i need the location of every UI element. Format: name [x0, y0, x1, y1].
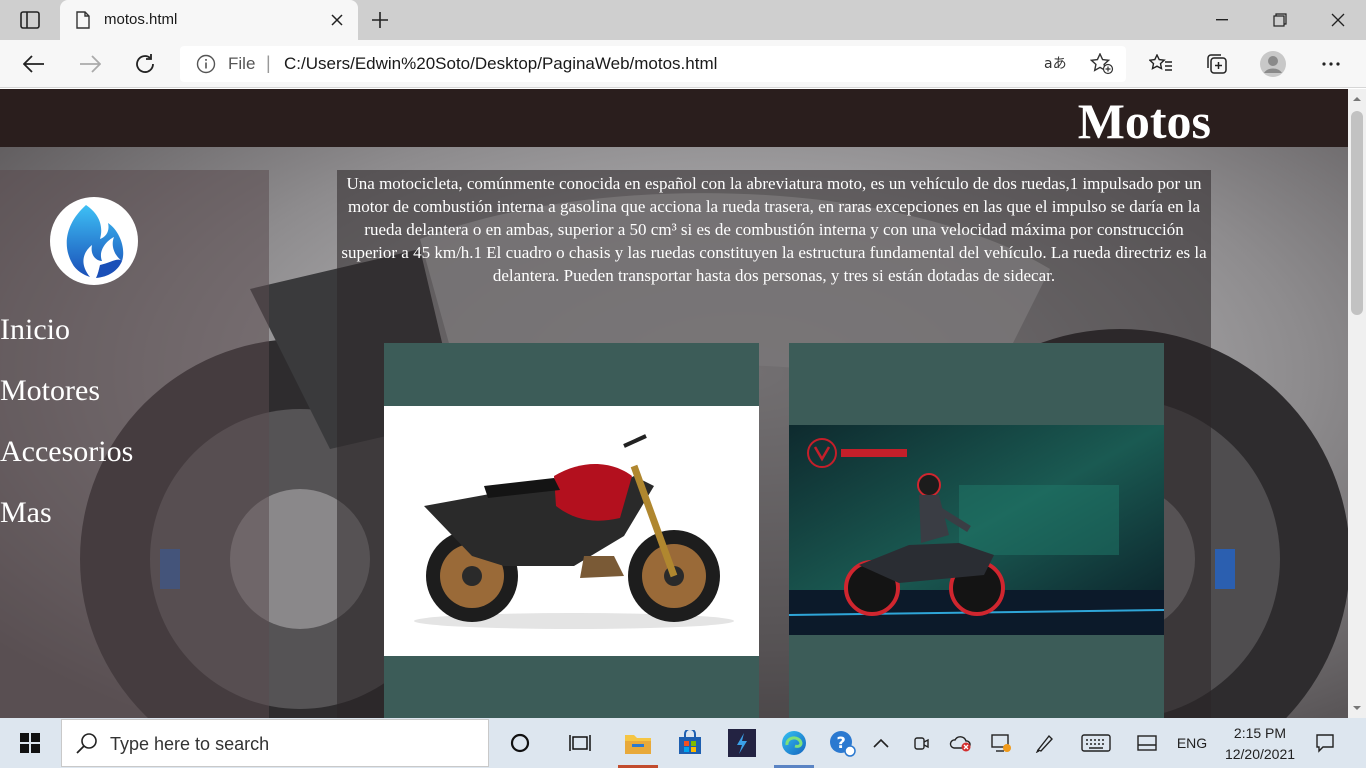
- more-options-icon[interactable]: [1317, 50, 1345, 78]
- scroll-up-arrow-icon[interactable]: [1352, 94, 1362, 104]
- scrollbar-thumb[interactable]: [1351, 111, 1363, 315]
- taskbar-search-box[interactable]: Type here to search: [61, 719, 489, 767]
- help-icon[interactable]: ?: [818, 718, 866, 768]
- menu-item-motores[interactable]: Motores: [0, 374, 100, 408]
- onedrive-error-icon[interactable]: [946, 718, 976, 768]
- cortana-icon[interactable]: [496, 718, 544, 768]
- collections-icon[interactable]: [1203, 50, 1231, 78]
- page-header: Motos: [0, 89, 1348, 149]
- restore-icon[interactable]: [1252, 0, 1308, 40]
- address-bar[interactable]: File | C:/Users/Edwin%20Soto/Desktop/Pag…: [180, 46, 1126, 82]
- racing-motorcycle-image: [789, 425, 1164, 635]
- address-separator: |: [266, 53, 271, 73]
- microsoft-store-icon[interactable]: [666, 718, 714, 768]
- show-hidden-icons-chevron-icon[interactable]: [868, 718, 894, 768]
- svg-text:aあ: aあ: [1044, 56, 1067, 72]
- active-tab[interactable]: motos.html: [60, 0, 358, 40]
- visual-studio-code-icon[interactable]: [718, 718, 766, 768]
- address-url[interactable]: C:/Users/Edwin%20Soto/Desktop/PaginaWeb/…: [284, 54, 717, 74]
- search-icon: [76, 733, 97, 754]
- add-favorite-icon[interactable]: [1089, 52, 1114, 80]
- clock-date: 12/20/2021: [1224, 746, 1296, 762]
- menu-item-inicio[interactable]: Inicio: [0, 313, 70, 347]
- scroll-down-arrow-icon[interactable]: [1352, 703, 1362, 713]
- forward-icon[interactable]: [76, 50, 104, 78]
- description-text: Una motocicleta, comúnmente conocida en …: [341, 174, 1207, 285]
- display-icon[interactable]: [1132, 718, 1162, 768]
- menu-item-accesorios[interactable]: Accesorios: [0, 435, 133, 469]
- language-indicator[interactable]: ENG: [1172, 718, 1212, 768]
- refresh-icon[interactable]: [131, 50, 159, 78]
- new-tab-icon[interactable]: [368, 8, 392, 32]
- address-file-label: File: [228, 54, 256, 73]
- sidebar: Inicio Motores Accesorios Mas: [0, 170, 269, 718]
- page-viewport: Motos Inicio Motores Accesorios Mas Una …: [0, 89, 1348, 718]
- svg-text:?: ?: [837, 733, 846, 752]
- windows-logo-icon: [20, 733, 40, 753]
- file-icon: [76, 11, 90, 34]
- tab-actions-button[interactable]: [10, 6, 50, 34]
- navigation-bar: File | C:/Users/Edwin%20Soto/Desktop/Pag…: [0, 40, 1366, 88]
- site-logo[interactable]: [50, 197, 138, 285]
- start-button[interactable]: [0, 718, 60, 768]
- favorites-icon[interactable]: [1147, 50, 1175, 78]
- edge-browser-icon[interactable]: [770, 718, 818, 768]
- tab-actions-icon: [20, 11, 40, 29]
- tab-title: motos.html: [104, 11, 178, 28]
- clock-time: 2:15 PM: [1233, 725, 1287, 741]
- page-title: Motos: [1077, 93, 1211, 149]
- windows-taskbar: Type here to search ? ENG 2:15 PM 12/20/…: [0, 718, 1366, 768]
- pen-workspace-icon[interactable]: [1030, 718, 1060, 768]
- motorcycle-card-2: [789, 343, 1164, 718]
- profile-avatar[interactable]: [1259, 50, 1287, 78]
- task-view-icon[interactable]: [556, 718, 604, 768]
- red-motorcycle-image: [384, 406, 759, 656]
- minimize-icon[interactable]: [1194, 0, 1250, 40]
- blue-flame-logo-icon: [66, 205, 124, 278]
- file-explorer-icon[interactable]: [614, 718, 662, 768]
- info-icon[interactable]: [196, 54, 216, 79]
- system-clock[interactable]: 2:15 PM 12/20/2021: [1212, 723, 1308, 765]
- tab-strip: motos.html: [0, 0, 1366, 40]
- menu-item-mas[interactable]: Mas: [0, 496, 52, 530]
- back-icon[interactable]: [20, 50, 48, 78]
- notifications-icon[interactable]: [1310, 718, 1340, 768]
- search-placeholder: Type here to search: [110, 734, 270, 754]
- meet-now-icon[interactable]: [906, 718, 936, 768]
- network-status-icon[interactable]: [986, 718, 1016, 768]
- vertical-scrollbar[interactable]: [1348, 89, 1366, 718]
- close-tab-icon[interactable]: [326, 9, 348, 31]
- read-aloud-icon[interactable]: aあ: [1044, 54, 1068, 77]
- motorcycle-card-1: [384, 343, 759, 718]
- touch-keyboard-icon[interactable]: [1078, 718, 1114, 768]
- close-window-icon[interactable]: [1310, 0, 1366, 40]
